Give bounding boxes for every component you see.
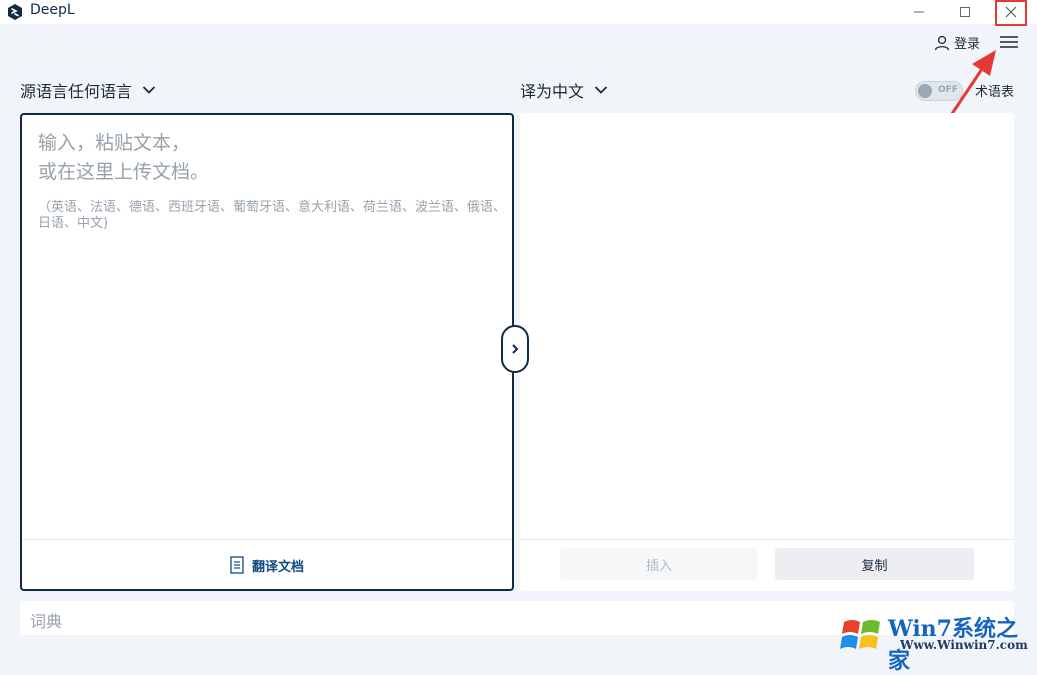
expand-panel-button[interactable] — [501, 325, 529, 373]
toggle-knob — [918, 84, 932, 98]
windows-logo-icon — [840, 620, 880, 649]
watermark-url: Www.Winwin7.com — [900, 638, 1028, 652]
document-icon — [230, 556, 244, 574]
dictionary-label: 词典 — [30, 612, 63, 631]
minimize-icon — [914, 11, 924, 13]
target-text-panel[interactable]: 插入 复制 — [520, 113, 1014, 591]
close-button-highlight — [995, 0, 1027, 26]
chevron-down-icon — [142, 86, 156, 94]
translate-document-label: 翻译文档 — [251, 559, 304, 575]
toggle-state-label: OFF — [938, 85, 958, 95]
target-language-selector[interactable]: 译为中文 — [520, 78, 608, 102]
maximize-button[interactable] — [942, 0, 988, 24]
copy-button[interactable]: 复制 — [775, 548, 974, 580]
maximize-icon — [960, 7, 970, 17]
title-bar — [0, 0, 1037, 24]
source-language-label: 源语言任何语言 — [20, 82, 133, 101]
translate-document-button[interactable]: 翻译文档 — [22, 539, 512, 590]
chevron-right-icon — [512, 344, 519, 354]
supported-languages-text: （英语、法语、德语、西班牙语、葡萄牙语、意大利语、荷兰语、波兰语、俄语、日语、中… — [38, 200, 507, 231]
source-text-panel[interactable]: 输入，粘贴文本， 或在这里上传文档。 （英语、法语、德语、西班牙语、葡萄牙语、意… — [20, 113, 514, 591]
glossary-label[interactable]: 术语表 — [975, 81, 1014, 100]
source-language-selector[interactable]: 源语言任何语言 — [20, 78, 156, 102]
insert-button[interactable]: 插入 — [560, 548, 758, 580]
chevron-down-icon — [594, 86, 608, 94]
app-title: DeepL — [30, 2, 75, 18]
deepl-logo-icon — [8, 4, 22, 20]
source-placeholder-line1: 输入，粘贴文本， — [38, 132, 191, 154]
target-language-label: 译为中文 — [520, 82, 585, 101]
target-footer: 插入 复制 — [520, 539, 1014, 592]
glossary-toggle[interactable]: OFF — [915, 81, 963, 101]
source-placeholder-line2: 或在这里上传文档。 — [38, 161, 210, 183]
minimize-button[interactable] — [896, 0, 942, 24]
